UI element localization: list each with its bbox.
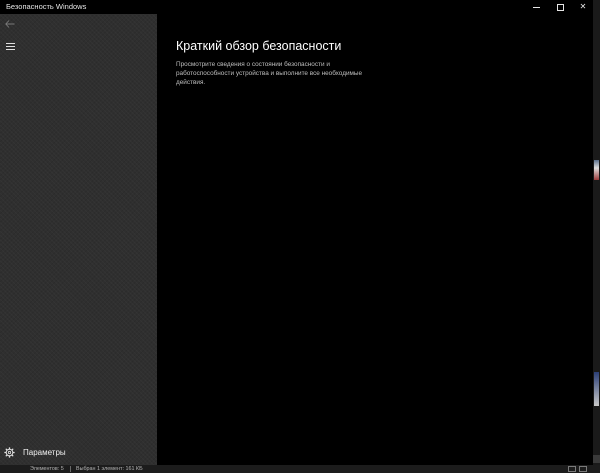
windows-security-window: Безопасность Windows ✕ Параметры Краткий…: [0, 0, 593, 465]
background-window-fragment: [594, 160, 599, 180]
back-button[interactable]: [3, 17, 17, 31]
status-separator: [70, 466, 71, 472]
view-toggle: [568, 466, 590, 472]
background-desktop-strip: [593, 0, 600, 473]
background-window-fragment: [594, 372, 599, 406]
hamburger-menu-icon: [5, 42, 15, 50]
minimize-icon: [532, 7, 540, 8]
back-arrow-icon: [5, 20, 15, 28]
background-window-fragment: [593, 455, 600, 463]
window-title: Безопасность Windows: [6, 2, 87, 11]
title-bar[interactable]: Безопасность Windows ✕: [0, 0, 593, 14]
tiles-view-icon[interactable]: [579, 466, 587, 472]
page-description: Просмотрите сведения о состоянии безопас…: [176, 61, 363, 86]
maximize-button[interactable]: [549, 0, 571, 14]
page-title: Краткий обзор безопасности: [176, 39, 342, 53]
close-button[interactable]: ✕: [572, 0, 593, 14]
maximize-icon: [556, 3, 564, 11]
close-icon: ✕: [579, 2, 587, 11]
minimize-button[interactable]: [525, 0, 547, 14]
status-items-count: Элементов: 5: [30, 466, 64, 472]
gear-icon: [4, 447, 15, 458]
screen: Безопасность Windows ✕ Параметры Краткий…: [0, 0, 600, 473]
status-selected: Выбран 1 элемент: 161 КБ: [76, 466, 143, 472]
sidebar: Параметры: [0, 14, 157, 465]
explorer-status-bar: Элементов: 5 Выбран 1 элемент: 161 КБ: [0, 465, 600, 473]
sidebar-item-settings[interactable]: Параметры: [0, 444, 157, 462]
details-view-icon[interactable]: [568, 466, 576, 472]
settings-label: Параметры: [23, 448, 66, 457]
menu-button[interactable]: [3, 39, 17, 53]
main-content: Краткий обзор безопасности Просмотрите с…: [157, 14, 593, 465]
